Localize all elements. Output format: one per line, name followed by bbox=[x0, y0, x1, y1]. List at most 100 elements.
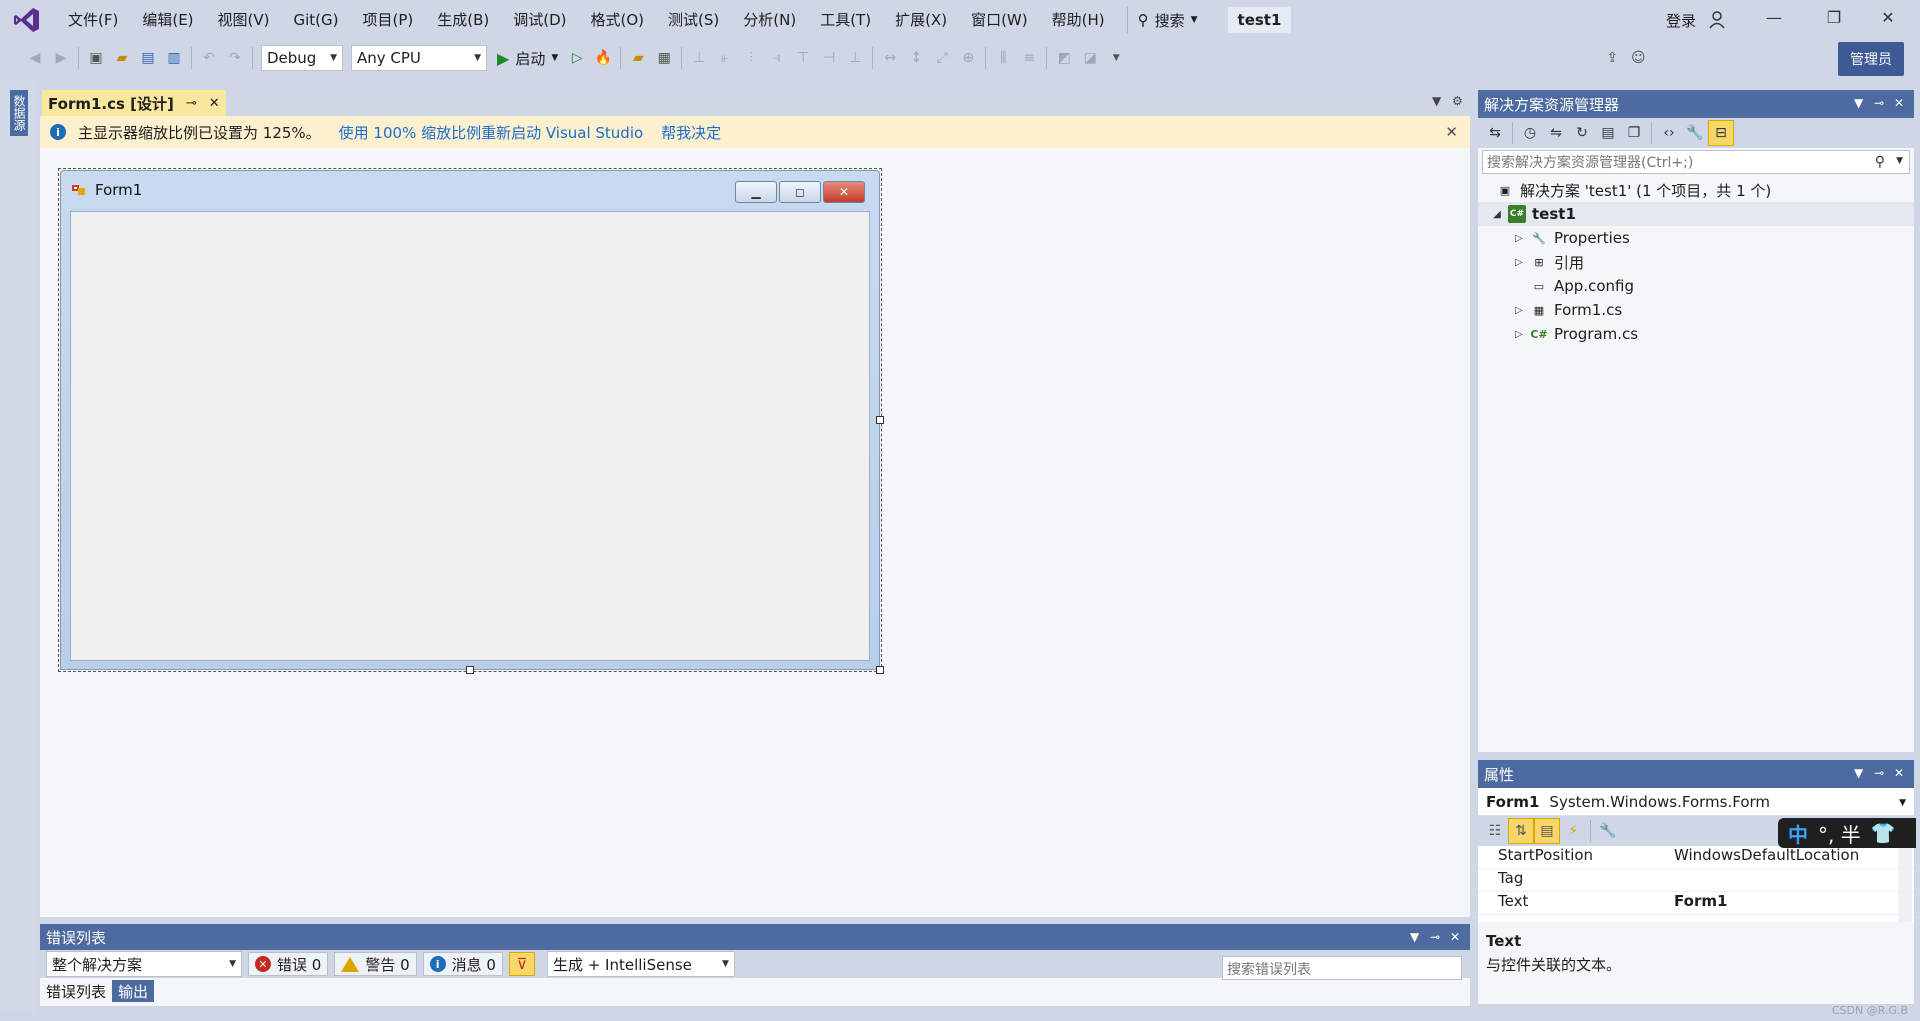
vertical-spacing-icon[interactable]: ≡ bbox=[1016, 45, 1042, 71]
skin-shirt-icon[interactable]: 👕 bbox=[1871, 821, 1896, 845]
align-bottoms-icon[interactable]: ⊥ bbox=[842, 45, 868, 71]
alphabetical-icon[interactable]: ⇅ bbox=[1508, 818, 1534, 844]
toolbar-overflow-icon[interactable]: ▼ bbox=[1103, 45, 1129, 71]
send-to-back-icon[interactable]: ◪ bbox=[1077, 45, 1103, 71]
tab-list-dropdown-icon[interactable]: ▼ bbox=[1432, 94, 1441, 108]
solution-search-input[interactable]: 搜索解决方案资源管理器(Ctrl+;) ⚲ ▼ bbox=[1482, 150, 1910, 174]
show-all-files-icon[interactable]: ❐ bbox=[1621, 120, 1647, 146]
menu-help[interactable]: 帮助(H) bbox=[1040, 0, 1117, 40]
make-same-size-icon[interactable]: ⊕ bbox=[955, 45, 981, 71]
close-icon[interactable]: ✕ bbox=[1894, 766, 1904, 780]
tab-error-list[interactable]: 错误列表 bbox=[40, 980, 113, 1002]
errors-filter-button[interactable]: ✕ 错误 0 bbox=[248, 952, 329, 976]
warnings-filter-button[interactable]: 警告 0 bbox=[334, 952, 417, 976]
restore-window-icon[interactable]: ❐ bbox=[1814, 8, 1854, 27]
menu-edit[interactable]: 编辑(E) bbox=[130, 0, 205, 40]
menu-format[interactable]: 格式(O) bbox=[579, 0, 657, 40]
chevron-down-icon[interactable]: ▼ bbox=[1896, 156, 1903, 166]
build-filter-select[interactable]: 生成 + IntelliSense ▼ bbox=[546, 951, 735, 977]
pin-icon[interactable]: ⊸ bbox=[1874, 96, 1884, 110]
data-sources-tab[interactable]: 数据源 bbox=[10, 90, 28, 136]
pin-icon[interactable]: ⊸ bbox=[1874, 766, 1884, 780]
property-value[interactable]: WindowsDefaultLocation bbox=[1668, 846, 1859, 868]
tab-form1-design[interactable]: Form1.cs [设计] ⊸ ✕ bbox=[42, 90, 226, 116]
menu-build[interactable]: 生成(B) bbox=[425, 0, 501, 40]
account-icon[interactable] bbox=[1708, 10, 1728, 34]
menu-debug[interactable]: 调试(D) bbox=[501, 0, 578, 40]
start-debugging-button[interactable]: ▶ 启动 ▼ bbox=[497, 48, 558, 69]
new-project-icon[interactable]: ▣ bbox=[83, 45, 109, 71]
menu-tools[interactable]: 工具(T) bbox=[808, 0, 883, 40]
align-middles-icon[interactable]: ⊣ bbox=[816, 45, 842, 71]
error-search-input[interactable]: 搜索错误列表 bbox=[1222, 956, 1462, 980]
property-row[interactable]: Tag bbox=[1478, 869, 1914, 892]
categorized-icon[interactable]: ☷ bbox=[1482, 818, 1508, 844]
form-designer-surface[interactable]: Form1 ▁ ◻ ✕ bbox=[58, 168, 884, 674]
feedback-icon[interactable]: ☺ bbox=[1625, 45, 1651, 71]
window-position-dropdown-icon[interactable]: ▼ bbox=[1410, 930, 1419, 944]
expand-icon[interactable]: ▷ bbox=[1512, 257, 1526, 268]
title-search[interactable]: ⚲ 搜索 ▼ bbox=[1126, 7, 1208, 33]
tree-item-form1[interactable]: ▷ ▦ Form1.cs bbox=[1478, 298, 1914, 322]
live-share-icon[interactable]: ⇪ bbox=[1599, 45, 1625, 71]
events-icon[interactable]: ⚡ bbox=[1560, 818, 1586, 844]
tree-item-project[interactable]: ◢ C# test1 bbox=[1478, 202, 1914, 226]
tree-item-references[interactable]: ▷ ⊞ 引用 bbox=[1478, 250, 1914, 274]
redo-icon[interactable]: ↷ bbox=[222, 45, 248, 71]
ime-language[interactable]: 中 bbox=[1788, 819, 1808, 848]
menu-window[interactable]: 窗口(W) bbox=[959, 0, 1040, 40]
menu-git[interactable]: Git(G) bbox=[282, 0, 351, 40]
filter-toggle-button[interactable]: ⊽ bbox=[508, 952, 535, 976]
menu-extensions[interactable]: 扩展(X) bbox=[883, 0, 959, 40]
tree-item-app-config[interactable]: ▭ App.config bbox=[1478, 274, 1914, 298]
pending-changes-filter-icon[interactable]: ◷ bbox=[1517, 120, 1543, 146]
property-value[interactable] bbox=[1668, 869, 1674, 891]
close-icon[interactable]: ✕ bbox=[209, 96, 220, 111]
view-code-icon[interactable]: ‹› bbox=[1656, 120, 1682, 146]
property-row[interactable]: Text Form1 bbox=[1478, 892, 1914, 915]
save-all-icon[interactable]: ▥ bbox=[161, 45, 187, 71]
navigate-forward-icon[interactable]: ▶ bbox=[48, 45, 74, 71]
align-tops-icon[interactable]: ⊤ bbox=[790, 45, 816, 71]
window-position-dropdown-icon[interactable]: ▼ bbox=[1854, 96, 1863, 110]
ime-status-bar[interactable]: 中 °, 半 👕 bbox=[1778, 818, 1916, 848]
browse-folder-icon[interactable]: ▰ bbox=[625, 45, 651, 71]
resize-handle-bottom[interactable] bbox=[466, 666, 474, 674]
collapse-icon[interactable]: ◢ bbox=[1490, 209, 1504, 220]
hot-reload-icon[interactable]: 🔥 bbox=[590, 45, 616, 71]
switch-views-icon[interactable]: ⇆ bbox=[1482, 120, 1508, 146]
configuration-select[interactable]: Debug ▼ bbox=[261, 45, 343, 71]
expand-icon[interactable]: ▷ bbox=[1512, 233, 1526, 244]
open-file-icon[interactable]: ▰ bbox=[109, 45, 135, 71]
make-same-width-icon[interactable]: ↔ bbox=[877, 45, 903, 71]
object-selector[interactable]: Form1 System.Windows.Forms.Form ▼ bbox=[1478, 788, 1914, 816]
bring-to-front-icon[interactable]: ◩ bbox=[1051, 45, 1077, 71]
minimize-window-icon[interactable]: — bbox=[1754, 8, 1794, 27]
close-icon[interactable]: ✕ bbox=[1450, 930, 1460, 944]
pin-icon[interactable]: ⊸ bbox=[1430, 930, 1440, 944]
property-grid-scrollbar[interactable] bbox=[1898, 846, 1912, 922]
ime-symbols[interactable]: °, 半 bbox=[1818, 819, 1861, 848]
pin-icon[interactable]: ⊸ bbox=[186, 96, 197, 111]
scope-select[interactable]: 整个解决方案 ▼ bbox=[46, 951, 242, 977]
align-lefts-icon[interactable]: ⫦ bbox=[712, 45, 738, 71]
refresh-icon[interactable]: ↻ bbox=[1569, 120, 1595, 146]
start-without-debugging-icon[interactable]: ▷ bbox=[564, 45, 590, 71]
window-position-dropdown-icon[interactable]: ▼ bbox=[1854, 766, 1863, 780]
expand-icon[interactable]: ▷ bbox=[1512, 305, 1526, 316]
make-same-height-icon[interactable]: ↕ bbox=[903, 45, 929, 71]
close-window-icon[interactable]: ✕ bbox=[1868, 8, 1908, 27]
property-pages-icon[interactable]: 🔧 bbox=[1595, 818, 1621, 844]
navigate-back-icon[interactable]: ◀ bbox=[22, 45, 48, 71]
horizontal-spacing-icon[interactable]: ⫼ bbox=[990, 45, 1016, 71]
restart-100-scale-link[interactable]: 使用 100% 缩放比例重新启动 Visual Studio bbox=[339, 122, 644, 143]
tab-order-icon[interactable]: ▦ bbox=[651, 45, 677, 71]
resize-handle-corner[interactable] bbox=[876, 666, 884, 674]
collapse-all-icon[interactable]: ▤ bbox=[1595, 120, 1621, 146]
login-link[interactable]: 登录 bbox=[1666, 10, 1696, 31]
tree-item-program[interactable]: ▷ C# Program.cs bbox=[1478, 322, 1914, 346]
help-me-decide-link[interactable]: 帮我决定 bbox=[661, 122, 721, 143]
sync-active-document-icon[interactable]: ⇋ bbox=[1543, 120, 1569, 146]
menu-file[interactable]: 文件(F) bbox=[56, 0, 130, 40]
platform-select[interactable]: Any CPU ▼ bbox=[351, 45, 487, 71]
